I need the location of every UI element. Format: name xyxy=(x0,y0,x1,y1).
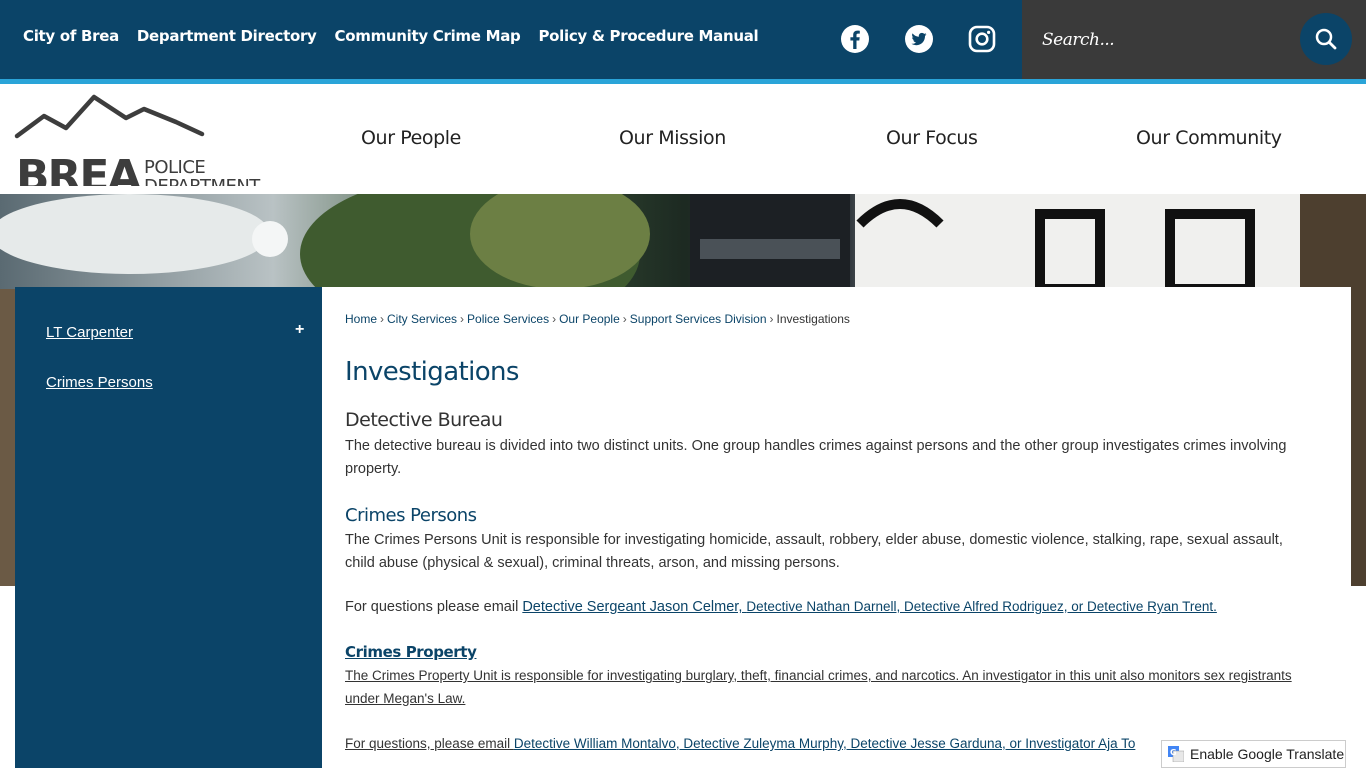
sidebar: LT Carpenter + Crimes Persons xyxy=(15,287,322,768)
link-community-crime-map[interactable]: Community Crime Map xyxy=(335,27,521,45)
translate-label: Enable Google Translate xyxy=(1190,746,1345,762)
breadcrumb-separator: › xyxy=(460,312,465,326)
mountain-logo-icon: BREA POLICE DEPARTMENT xyxy=(14,94,262,202)
page-title: Investigations xyxy=(345,357,519,387)
link-policy-manual[interactable]: Policy & Procedure Manual xyxy=(538,27,758,45)
main-content: Home › City Services › Police Services › Our P… xyxy=(322,287,1351,768)
breadcrumb-separator: › xyxy=(769,312,774,326)
crimes-persons-text: The Crimes Persons Unit is responsible f… xyxy=(345,532,1283,571)
crimes-property-text: The Crimes Property Unit is responsible … xyxy=(345,665,1305,710)
brea-police-logo[interactable]: BREA POLICE DEPARTMENT xyxy=(14,94,266,202)
detective-bureau-heading: Detective Bureau xyxy=(345,409,503,431)
logo-brand-text: BREA xyxy=(16,151,141,186)
link-city-of-brea[interactable]: City of Brea xyxy=(23,27,119,45)
breadcrumb-separator: › xyxy=(622,312,627,326)
logo-line2-text: DEPARTMENT xyxy=(144,176,261,186)
expand-plus-icon[interactable]: + xyxy=(295,321,304,339)
breadcrumb: Home › City Services › Police Services › Our P… xyxy=(345,312,850,326)
sidebar-item-crimes-persons[interactable]: Crimes Persons xyxy=(46,374,153,391)
svg-text:G: G xyxy=(1170,748,1177,757)
search-button[interactable] xyxy=(1300,13,1352,65)
instagram-icon[interactable] xyxy=(967,24,997,54)
crimes-persons-contact: For questions please email Detective Ser… xyxy=(345,596,1305,619)
search-input[interactable] xyxy=(1042,26,1282,54)
breadcrumb-our-people[interactable]: Our People xyxy=(559,312,620,326)
top-utility-bar: City of Brea Department Directory Commun… xyxy=(0,0,1366,79)
breadcrumb-separator: › xyxy=(380,312,385,326)
detective-bureau-text: The detective bureau is divided into two… xyxy=(345,438,1287,477)
twitter-icon[interactable] xyxy=(904,24,934,54)
google-translate-button[interactable]: G Enable Google Translate xyxy=(1161,740,1346,768)
email-link-property-detectives[interactable]: Detective William Montalvo, Detective Zu… xyxy=(514,736,1136,751)
breadcrumb-support-services[interactable]: Support Services Division xyxy=(630,312,767,326)
breadcrumb-city-services[interactable]: City Services xyxy=(387,312,457,326)
link-department-directory[interactable]: Department Directory xyxy=(137,27,317,45)
crimes-persons-heading: Crimes Persons xyxy=(345,505,477,526)
property-text-span: The Crimes Property Unit is responsible … xyxy=(345,668,1292,706)
breadcrumb-separator: › xyxy=(552,312,557,326)
property-contact-prefix: For questions, please email xyxy=(345,736,514,751)
facebook-icon[interactable] xyxy=(840,24,870,54)
sidebar-item-lt-carpenter[interactable]: LT Carpenter xyxy=(46,324,133,341)
site-header: BREA POLICE DEPARTMENT Our People Our Mi… xyxy=(0,84,1366,202)
utility-links: City of Brea Department Directory Commun… xyxy=(23,27,776,45)
google-translate-icon: G xyxy=(1168,746,1184,762)
breadcrumb-current: Investigations xyxy=(776,312,850,326)
breadcrumb-police-services[interactable]: Police Services xyxy=(467,312,549,326)
contact-prefix: For questions please email xyxy=(345,599,523,615)
search-icon xyxy=(1315,28,1337,50)
breadcrumb-home[interactable]: Home xyxy=(345,312,377,326)
nav-our-people[interactable]: Our People xyxy=(361,127,461,149)
nav-our-focus[interactable]: Our Focus xyxy=(886,127,978,149)
email-link-detectives[interactable]: Detective Nathan Darnell, Detective Alfr… xyxy=(746,599,1216,614)
crimes-property-heading[interactable]: Crimes Property xyxy=(345,643,477,661)
nav-our-mission[interactable]: Our Mission xyxy=(619,127,726,149)
email-link-celmer[interactable]: Detective Sergeant Jason Celmer, xyxy=(522,599,746,615)
search-box xyxy=(1022,0,1366,79)
nav-our-community[interactable]: Our Community xyxy=(1136,127,1282,149)
logo-line1-text: POLICE xyxy=(144,157,205,178)
